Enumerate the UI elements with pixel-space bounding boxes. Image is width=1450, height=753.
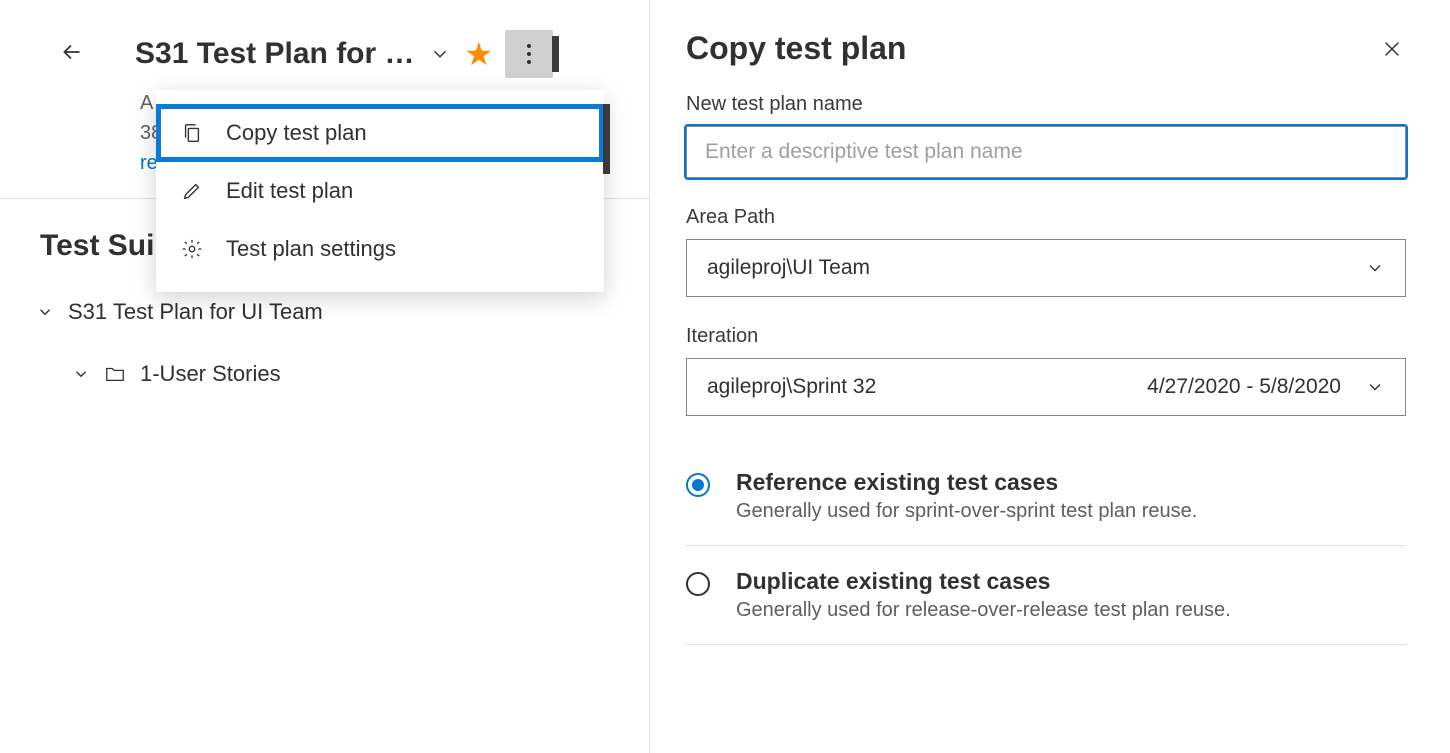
menu-scrollbar-handle[interactable]: [603, 104, 610, 174]
tree-child-label: 1-User Stories: [140, 361, 281, 387]
radio1-desc: Generally used for sprint-over-sprint te…: [736, 500, 1197, 523]
iteration-field-block: Iteration agileproj\Sprint 32 4/27/2020 …: [686, 325, 1406, 416]
menu-test-plan-settings[interactable]: Test plan settings: [156, 220, 604, 278]
left-panel: S31 Test Plan for … ★ A 38 rep Test Sui …: [0, 0, 650, 753]
close-button[interactable]: [1378, 35, 1406, 63]
area-path-dropdown[interactable]: agileproj\UI Team: [686, 239, 1406, 297]
menu-edit-label: Edit test plan: [226, 178, 353, 204]
iteration-label: Iteration: [686, 325, 1406, 348]
panel-title: Copy test plan: [686, 30, 906, 67]
favorite-star-icon[interactable]: ★: [465, 38, 494, 70]
chevron-down-icon: [1365, 258, 1385, 278]
plan-title: S31 Test Plan for …: [135, 37, 415, 71]
back-button[interactable]: [58, 38, 86, 66]
iteration-dates: 4/27/2020 - 5/8/2020: [1147, 375, 1341, 399]
copy-test-plan-panel: Copy test plan New test plan name Area P…: [650, 0, 1450, 753]
gear-icon: [180, 237, 204, 261]
plan-header: S31 Test Plan for … ★: [0, 0, 649, 88]
radio-text: Reference existing test cases Generally …: [736, 469, 1197, 523]
chevron-down-icon: [36, 303, 54, 321]
menu-settings-label: Test plan settings: [226, 236, 396, 262]
name-field-block: New test plan name: [686, 93, 1406, 178]
tree-child-row[interactable]: 1-User Stories: [36, 355, 649, 393]
radio-duplicate-existing[interactable]: Duplicate existing test cases Generally …: [686, 546, 1406, 645]
context-menu: Copy test plan Edit test plan Test plan …: [156, 90, 604, 292]
panel-header: Copy test plan: [686, 30, 1406, 67]
radio1-title: Reference existing test cases: [736, 469, 1197, 496]
chevron-down-icon: [72, 365, 90, 383]
name-input[interactable]: [686, 126, 1406, 178]
edit-icon: [180, 179, 204, 203]
chevron-down-icon: [1365, 377, 1385, 397]
iteration-dropdown[interactable]: agileproj\Sprint 32 4/27/2020 - 5/8/2020: [686, 358, 1406, 416]
plan-dropdown-toggle[interactable]: [427, 41, 453, 67]
radio-text: Duplicate existing test cases Generally …: [736, 568, 1231, 622]
name-label: New test plan name: [686, 93, 1406, 116]
radio2-desc: Generally used for release-over-release …: [736, 599, 1231, 622]
menu-edit-test-plan[interactable]: Edit test plan: [156, 162, 604, 220]
area-path-value: agileproj\UI Team: [707, 256, 870, 280]
radio-button-selected[interactable]: [686, 473, 710, 497]
iteration-value: agileproj\Sprint 32: [707, 375, 876, 399]
radio2-title: Duplicate existing test cases: [736, 568, 1231, 595]
folder-icon: [104, 363, 126, 385]
radio-button-unselected[interactable]: [686, 572, 710, 596]
copy-mode-radio-group: Reference existing test cases Generally …: [686, 446, 1406, 645]
copy-icon: [180, 121, 204, 145]
radio-reference-existing[interactable]: Reference existing test cases Generally …: [686, 446, 1406, 546]
tree-root-label: S31 Test Plan for UI Team: [68, 299, 323, 325]
more-actions-button[interactable]: [505, 30, 553, 78]
menu-copy-test-plan[interactable]: Copy test plan: [156, 104, 604, 162]
area-label: Area Path: [686, 206, 1406, 229]
area-field-block: Area Path agileproj\UI Team: [686, 206, 1406, 297]
menu-copy-label: Copy test plan: [226, 120, 367, 146]
tree-root-row[interactable]: S31 Test Plan for UI Team: [36, 293, 649, 331]
